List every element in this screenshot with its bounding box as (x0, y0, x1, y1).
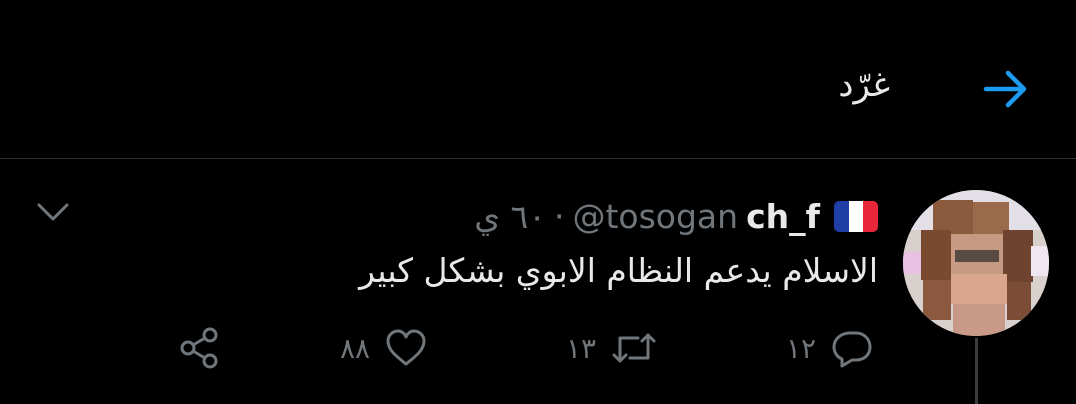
tweet-header: ٦٠ ي · @tosogan ch_f (474, 192, 878, 240)
user-display-name[interactable]: ch_f (746, 197, 820, 236)
top-bar: غرّد (0, 0, 1076, 158)
share-icon (180, 327, 218, 369)
header-divider (0, 158, 1076, 159)
user-handle[interactable]: @tosogan (572, 197, 738, 236)
back-button[interactable] (976, 64, 1036, 114)
chevron-down-icon (37, 203, 69, 221)
reply-count: ١٢ (786, 331, 817, 365)
arrow-right-icon (983, 70, 1027, 108)
retweet-button[interactable]: ١٣ (566, 326, 658, 370)
share-button[interactable] (176, 326, 224, 370)
reply-icon (832, 331, 872, 368)
tweet-time: ٦٠ ي (474, 196, 546, 236)
more-options-button[interactable] (34, 196, 72, 230)
tweet-text: الاسلام يدعم النظام الابوي بشكل كبير (359, 251, 878, 290)
retweet-icon (612, 333, 656, 363)
retweet-count: ١٣ (566, 331, 597, 365)
avatar[interactable] (903, 190, 1049, 336)
like-button[interactable]: ٨٨ (340, 326, 428, 370)
page-title: غرّد (838, 65, 890, 105)
reply-button[interactable]: ١٢ (786, 326, 874, 370)
thread-line (975, 338, 978, 404)
heart-icon (386, 329, 426, 366)
like-count: ٨٨ (340, 331, 371, 365)
meta-separator: · (553, 196, 565, 236)
france-flag-icon (834, 200, 878, 232)
